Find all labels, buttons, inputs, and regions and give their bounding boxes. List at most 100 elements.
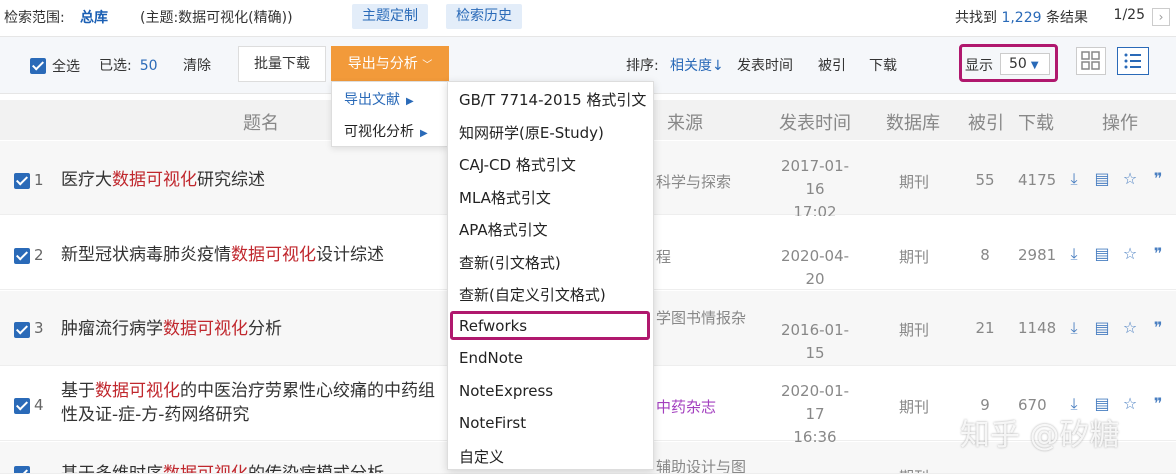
quote-icon[interactable]: ❞ <box>1148 318 1168 338</box>
publish-date: 2020-04-20 <box>780 247 850 288</box>
row-checkbox[interactable] <box>14 173 30 189</box>
article-title-link[interactable]: 医疗大数据可视化研究综述 <box>61 168 265 192</box>
caret-down-icon: ▼ <box>1030 60 1039 71</box>
page-indicator: 1/25 <box>1113 7 1145 23</box>
page-size-label: 显示 <box>965 58 993 74</box>
article-source[interactable]: 学图书情报杂 <box>656 307 746 328</box>
row-number: 3 <box>34 319 44 337</box>
quote-icon[interactable]: ❞ <box>1148 244 1168 264</box>
download-count: 1148 <box>1018 319 1057 337</box>
checkbox-checked-icon[interactable] <box>30 58 46 74</box>
database-type: 期刊 <box>899 466 929 473</box>
cited-count[interactable]: 21 <box>970 319 1000 337</box>
download-icon[interactable]: ⤓ <box>1064 244 1084 264</box>
row-number: 4 <box>34 396 44 414</box>
menu-item-mla[interactable]: MLA格式引文 <box>459 187 551 208</box>
cited-count[interactable]: 55 <box>970 171 1000 189</box>
header-actions: 操作 <box>1102 113 1138 134</box>
page-size-dropdown[interactable]: 50 ▼ <box>1000 53 1050 75</box>
row-checkbox[interactable] <box>14 248 30 264</box>
favorite-star-icon[interactable]: ☆ <box>1120 169 1140 189</box>
menu-item-novelty-citation[interactable]: 查新(引文格式) <box>459 252 561 273</box>
selected-count: 已选: 50 <box>99 58 158 74</box>
favorite-star-icon[interactable]: ☆ <box>1120 394 1140 414</box>
read-online-icon[interactable]: ▤ <box>1092 169 1112 189</box>
batch-download-button[interactable]: 批量下载 <box>238 46 326 82</box>
watermark: 知乎 @矽糖 <box>960 418 1120 453</box>
article-source[interactable]: 程 <box>656 246 671 267</box>
download-count: 2981 <box>1018 246 1057 264</box>
select-all-checkbox[interactable]: 全选 <box>30 56 80 76</box>
article-title-link[interactable]: 基于多维时序数据可视化的传染病模式分析 <box>61 462 384 473</box>
header-title: 题名 <box>243 113 279 134</box>
publish-date: 2016-01-15 <box>780 321 850 362</box>
menu-item-noteexpress[interactable]: NoteExpress <box>459 382 553 400</box>
subject-query: (主题:数据可视化(精确)) <box>140 10 293 26</box>
menu-item-cajcd[interactable]: CAJ-CD 格式引文 <box>459 154 576 175</box>
search-summary-bar: 检索范围: 总库 (主题:数据可视化(精确)) 主题定制 检索历史 共找到 1,… <box>0 0 1176 34</box>
quote-icon[interactable]: ❞ <box>1148 169 1168 189</box>
caret-right-icon: ▶ <box>406 96 414 107</box>
favorite-star-icon[interactable]: ☆ <box>1120 244 1140 264</box>
article-source[interactable]: 中药杂志 <box>656 396 716 417</box>
publish-date: 2017-01-16 17:02 <box>780 157 850 221</box>
refworks-highlight-annotation <box>450 311 650 340</box>
read-online-icon[interactable]: ▤ <box>1092 244 1112 264</box>
scope-label: 检索范围: <box>4 10 65 26</box>
export-analysis-button[interactable]: 导出与分析 ﹀ <box>331 46 449 82</box>
menu-item-notefirst[interactable]: NoteFirst <box>459 414 526 432</box>
quote-icon[interactable]: ❞ <box>1148 394 1168 414</box>
chevron-right-icon[interactable]: › <box>1152 8 1170 26</box>
header-source: 来源 <box>667 113 703 134</box>
article-source[interactable]: 辅助设计与图 <box>656 456 746 473</box>
database-type: 期刊 <box>899 173 930 191</box>
row-actions: ⤓ ▤ ☆ ❞ <box>1064 169 1168 189</box>
article-title-link[interactable]: 肿瘤流行病学数据可视化分析 <box>61 317 282 341</box>
download-icon[interactable]: ⤓ <box>1064 169 1084 189</box>
row-checkbox[interactable] <box>14 322 30 338</box>
article-title-link[interactable]: 基于数据可视化的中医治疗劳累性心绞痛的中药组 性及证-症-方-药网络研究 <box>61 379 435 427</box>
download-count: 4175 <box>1018 171 1057 189</box>
menu-item-estudy[interactable]: 知网研学(原E-Study) <box>459 122 604 143</box>
list-view-icon[interactable] <box>1117 47 1149 75</box>
page-size-selector[interactable]: 显示 50 ▼ <box>959 44 1058 82</box>
scope-value[interactable]: 总库 <box>80 7 108 27</box>
sort-download[interactable]: 下载 <box>869 55 897 75</box>
database-type: 期刊 <box>899 398 930 416</box>
menu-item-endnote[interactable]: EndNote <box>459 349 523 367</box>
favorite-star-icon[interactable]: ☆ <box>1120 318 1140 338</box>
menu-item-gbt7714[interactable]: GB/T 7714-2015 格式引文 <box>459 89 646 110</box>
clear-selection-button[interactable]: 清除 <box>183 55 211 75</box>
result-count: 共找到 1,229 条结果 <box>955 10 1088 26</box>
download-icon[interactable]: ⤓ <box>1064 318 1084 338</box>
menu-visual-analysis[interactable]: 可视化分析 ▶ <box>344 121 428 141</box>
read-online-icon[interactable]: ▤ <box>1092 318 1112 338</box>
menu-item-novelty-custom[interactable]: 查新(自定义引文格式) <box>459 284 606 305</box>
menu-export-references[interactable]: 导出文献 ▶ <box>344 89 414 109</box>
menu-item-custom[interactable]: 自定义 <box>459 446 504 467</box>
arrow-down-icon: ↓ <box>712 58 724 74</box>
cited-count[interactable]: 8 <box>970 246 1000 264</box>
article-source[interactable]: 科学与探索 <box>656 171 731 192</box>
sort-label: 排序: <box>626 58 659 74</box>
row-number: 2 <box>34 246 44 264</box>
row-number: 1 <box>34 171 44 189</box>
header-date: 发表时间 <box>779 113 851 134</box>
chevron-down-icon: ﹀ <box>422 60 433 71</box>
search-history-button[interactable]: 检索历史 <box>446 4 522 29</box>
caret-right-icon: ▶ <box>420 128 428 139</box>
article-title-link[interactable]: 新型冠状病毒肺炎疫情数据可视化设计综述 <box>61 243 384 267</box>
row-checkbox[interactable] <box>14 466 30 473</box>
menu-item-apa[interactable]: APA格式引文 <box>459 219 548 240</box>
citation-format-menu: GB/T 7714-2015 格式引文 知网研学(原E-Study) CAJ-C… <box>447 81 654 470</box>
row-actions: ⤓ ▤ ☆ ❞ <box>1064 318 1168 338</box>
sort-relevance[interactable]: 相关度↓ <box>670 55 724 75</box>
header-downloads[interactable]: 下载 <box>1018 109 1054 135</box>
header-cited[interactable]: 被引 <box>968 109 1004 135</box>
sort-cited[interactable]: 被引 <box>818 55 846 75</box>
topic-customize-button[interactable]: 主题定制 <box>352 4 428 29</box>
row-checkbox[interactable] <box>14 398 30 414</box>
grid-view-icon[interactable] <box>1076 47 1106 75</box>
sort-date[interactable]: 发表时间 <box>737 55 793 75</box>
publish-date: 2020-01-17 16:36 <box>780 382 850 446</box>
